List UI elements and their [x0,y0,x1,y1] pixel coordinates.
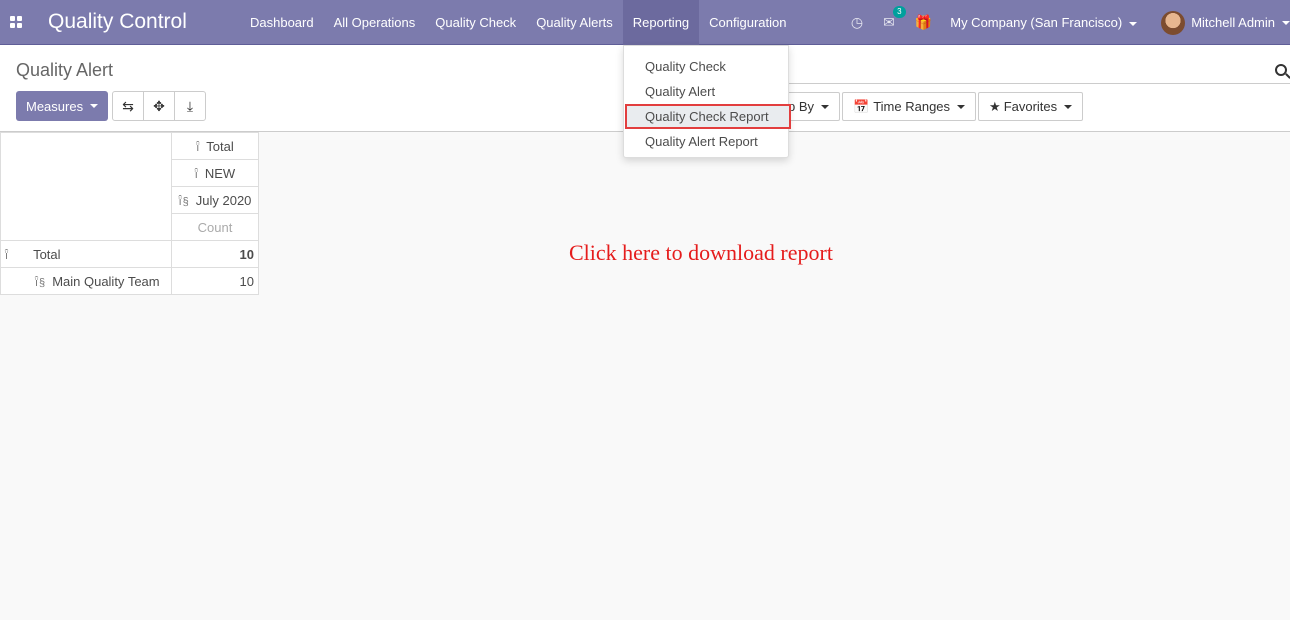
dropdown-item-quality-alert[interactable]: Quality Alert [624,79,788,104]
expand-icon: ï̂§ [35,276,47,289]
favorites-label: Favorites [1003,99,1058,114]
chat-icon[interactable]: ✉ 3 [883,6,906,31]
menu-all-operations[interactable]: All Operations [324,0,426,45]
expand-all-icon[interactable]: ✥ [143,91,175,121]
collapse-icon: ï̂ [5,249,10,262]
chevron-down-icon [821,104,830,109]
user-name: Mitchell Admin [1191,15,1275,30]
company-switcher[interactable]: My Company (San Francisco) [950,15,1138,30]
group-by-label: p By [788,99,815,114]
row-header-team[interactable]: ï̂§ Main Quality Team [0,267,172,295]
page-title: Quality Alert [16,60,114,80]
col-header-label: Total [206,138,234,154]
user-menu[interactable]: Mitchell Admin [1161,10,1290,35]
search-bar[interactable] [788,56,1290,84]
clock-icon[interactable]: ◷ [851,14,863,31]
measure-header[interactable]: Count [171,213,259,241]
main-menu: Dashboard All Operations Quality Check Q… [240,0,796,45]
col-header-label: July 2020 [195,192,252,208]
favorites-button[interactable]: ★ Favorites [978,92,1084,121]
menu-dashboard[interactable]: Dashboard [240,0,324,45]
avatar [1161,10,1186,35]
top-navbar: Quality Control Dashboard All Operations… [0,0,1290,45]
measures-label: Measures [26,98,84,114]
chevron-down-icon [1129,21,1138,26]
download-annotation[interactable]: Click here to download report [569,240,833,266]
flip-axis-icon[interactable]: ⇆ [112,91,144,121]
pivot-actions: ⇆ ✥ ⤓ [112,91,206,121]
chevron-down-icon [90,104,99,108]
dropdown-item-quality-check-report[interactable]: Quality Check Report [625,104,791,129]
pivot-corner [0,132,172,241]
gift-icon[interactable]: 🎁 [915,14,932,31]
dropdown-item-quality-check[interactable]: Quality Check [624,54,788,79]
reporting-dropdown: Quality Check Quality Alert Quality Chec… [623,45,791,158]
measures-button[interactable]: Measures [16,91,108,121]
expand-icon: ï̂§ [178,195,190,208]
chevron-down-icon [1282,20,1290,25]
company-name: My Company (San Francisco) [950,15,1123,30]
table-cell[interactable]: 10 [171,267,259,295]
row-header-label: Total [33,246,61,262]
col-header-new[interactable]: ï̂ NEW [171,159,259,187]
chevron-down-icon [957,104,966,109]
row-header-label: Main Quality Team [52,273,160,289]
col-header-total[interactable]: ï̂ Total [171,132,259,160]
calendar-icon: 📅 [853,98,870,114]
col-header-month[interactable]: ï̂§ July 2020 [171,186,259,214]
time-ranges-label: Time Ranges [873,99,951,114]
filter-buttons: p By 📅 Time Ranges ★ Favorites [760,92,1085,121]
time-ranges-button[interactable]: 📅 Time Ranges [842,92,977,121]
collapse-icon: ï̂ [196,141,201,154]
menu-quality-check[interactable]: Quality Check [425,0,526,45]
col-header-label: NEW [204,165,236,181]
apps-grid-icon[interactable] [10,16,22,28]
pivot-table: ï̂ Total ï̂ NEW ï̂§ July 2020 Count ï̂ Total… [0,132,259,295]
chat-badge: 3 [893,6,906,18]
menu-configuration[interactable]: Configuration [699,0,796,45]
search-icon[interactable] [1275,64,1287,76]
menu-reporting[interactable]: Reporting [622,0,700,45]
app-brand[interactable]: Quality Control [48,10,187,34]
collapse-icon: ï̂ [194,168,199,181]
download-icon[interactable]: ⤓ [174,91,206,121]
menu-quality-alerts[interactable]: Quality Alerts [526,0,623,45]
table-cell[interactable]: 10 [171,240,259,268]
systray: ◷ ✉ 3 🎁 My Company (San Francisco) Mitche… [841,0,1290,45]
dropdown-item-quality-alert-report[interactable]: Quality Alert Report [624,129,788,154]
star-icon: ★ [989,98,1001,114]
row-header-total[interactable]: ï̂ Total [0,240,172,268]
chevron-down-icon [1064,104,1073,109]
